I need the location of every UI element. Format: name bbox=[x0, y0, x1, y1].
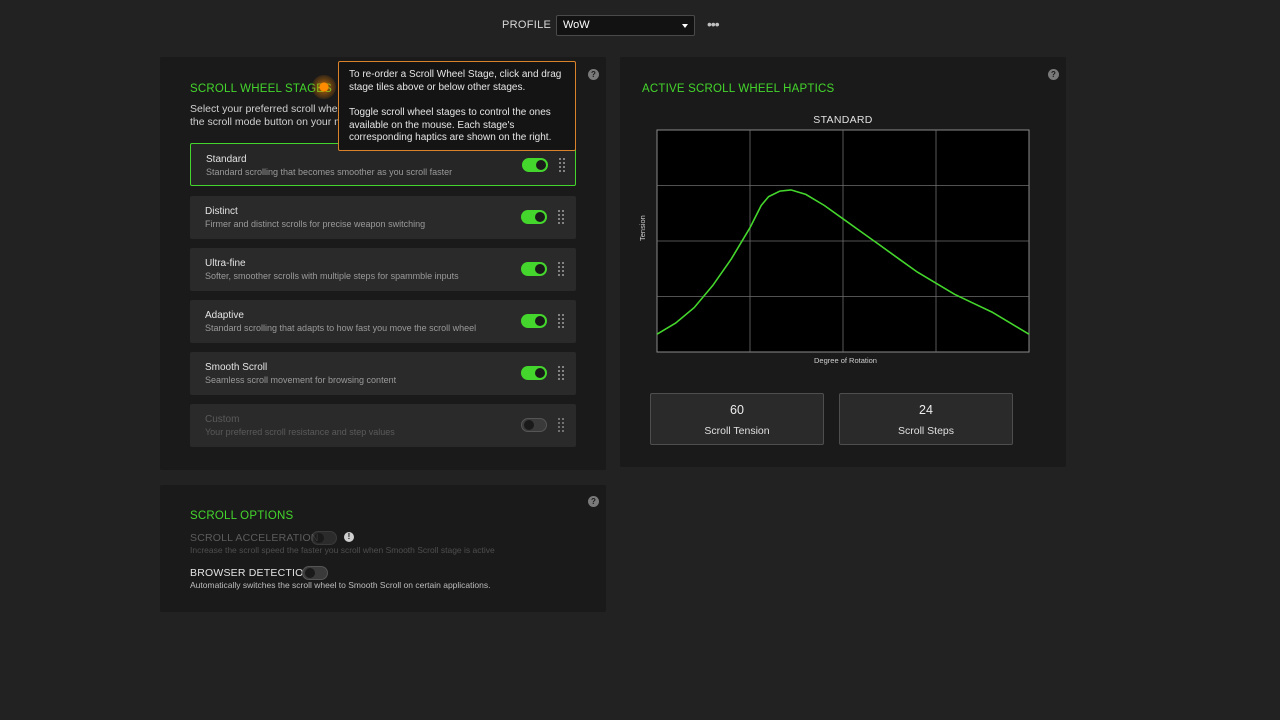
toggle-knob bbox=[314, 533, 324, 543]
scroll-tension-label: Scroll Tension bbox=[704, 425, 770, 437]
options-title: SCROLL OPTIONS bbox=[190, 510, 294, 522]
toggle-knob bbox=[305, 568, 315, 578]
drag-handle-icon[interactable] bbox=[557, 261, 564, 276]
profile-dropdown[interactable]: WoW bbox=[556, 15, 695, 36]
stage-desc: Softer, smoother scrolls with multiple s… bbox=[205, 271, 459, 281]
chevron-down-icon bbox=[682, 24, 688, 28]
stage-desc: Standard scrolling that adapts to how fa… bbox=[205, 323, 477, 333]
drag-handle-icon[interactable] bbox=[558, 157, 565, 172]
scroll-tension-box[interactable]: 60 Scroll Tension bbox=[650, 393, 824, 445]
profile-selected-value: WoW bbox=[563, 19, 590, 31]
stages-description: Select your preferred scroll whee the sc… bbox=[190, 103, 338, 129]
scroll-acceleration-desc: Increase the scroll speed the faster you… bbox=[190, 545, 495, 555]
scroll-acceleration-label: SCROLL ACCELERATION bbox=[190, 532, 319, 544]
stage-tile-custom[interactable]: Custom Your preferred scroll resistance … bbox=[190, 404, 576, 447]
stages-title: SCROLL WHEEL STAGES bbox=[190, 83, 333, 95]
tooltip-hotspot-icon[interactable] bbox=[312, 75, 336, 99]
scroll-acceleration-toggle[interactable] bbox=[311, 531, 337, 545]
drag-handle-icon[interactable] bbox=[557, 313, 564, 328]
ellipsis-icon[interactable]: ••• bbox=[707, 16, 723, 34]
drag-handle-icon[interactable] bbox=[557, 209, 564, 224]
drag-handle-icon[interactable] bbox=[557, 365, 564, 380]
scroll-options-panel: ? SCROLL OPTIONS SCROLL ACCELERATION ! I… bbox=[160, 485, 606, 612]
info-icon[interactable]: ! bbox=[344, 532, 354, 542]
stage-name: Adaptive bbox=[205, 310, 244, 321]
stage-name: Standard bbox=[206, 154, 247, 165]
stage-name: Distinct bbox=[205, 206, 238, 217]
haptics-chart bbox=[656, 129, 1030, 353]
stage-tile-adaptive[interactable]: Adaptive Standard scrolling that adapts … bbox=[190, 300, 576, 343]
help-icon[interactable]: ? bbox=[588, 69, 599, 80]
stage-name: Ultra-fine bbox=[205, 258, 246, 269]
stage-toggle[interactable] bbox=[522, 158, 548, 172]
stage-desc: Standard scrolling that becomes smoother… bbox=[206, 167, 453, 177]
stage-tile-smooth-scroll[interactable]: Smooth Scroll Seamless scroll movement f… bbox=[190, 352, 576, 395]
scroll-steps-label: Scroll Steps bbox=[897, 425, 955, 437]
toggle-knob bbox=[535, 368, 545, 378]
stage-toggle[interactable] bbox=[521, 262, 547, 276]
chart-title: STANDARD bbox=[813, 114, 873, 126]
tooltip-paragraph-1: To re-order a Scroll Wheel Stage, click … bbox=[349, 69, 562, 93]
toggle-knob bbox=[535, 212, 545, 222]
stage-toggle[interactable] bbox=[521, 314, 547, 328]
stage-desc: Seamless scroll movement for browsing co… bbox=[205, 375, 397, 385]
stage-tile-ultra-fine[interactable]: Ultra-fine Softer, smoother scrolls with… bbox=[190, 248, 576, 291]
profile-label: PROFILE bbox=[502, 19, 552, 31]
stage-name: Custom bbox=[205, 414, 240, 425]
toggle-knob bbox=[524, 420, 534, 430]
stage-toggle[interactable] bbox=[521, 366, 547, 380]
stages-description-line1: Select your preferred scroll whee bbox=[190, 103, 338, 115]
toggle-knob bbox=[535, 316, 545, 326]
scroll-steps-value: 24 bbox=[919, 403, 933, 417]
stage-tile-distinct[interactable]: Distinct Firmer and distinct scrolls for… bbox=[190, 196, 576, 239]
drag-handle-icon[interactable] bbox=[557, 417, 564, 432]
stage-toggle[interactable] bbox=[521, 210, 547, 224]
reorder-tooltip: To re-order a Scroll Wheel Stage, click … bbox=[338, 61, 576, 151]
toggle-knob bbox=[535, 264, 545, 274]
chart-y-label: Tension bbox=[638, 215, 647, 241]
browser-detection-label: BROWSER DETECTION bbox=[190, 567, 312, 579]
scroll-steps-box[interactable]: 24 Scroll Steps bbox=[839, 393, 1013, 445]
help-icon[interactable]: ? bbox=[588, 496, 599, 507]
scroll-tension-value: 60 bbox=[730, 403, 744, 417]
stage-desc: Your preferred scroll resistance and ste… bbox=[205, 427, 395, 437]
toggle-knob bbox=[536, 160, 546, 170]
stage-name: Smooth Scroll bbox=[205, 362, 268, 373]
browser-detection-toggle[interactable] bbox=[302, 566, 328, 580]
stages-description-line2: the scroll mode button on your m bbox=[190, 116, 338, 128]
tooltip-paragraph-2: Toggle scroll wheel stages to control th… bbox=[349, 107, 552, 143]
haptics-title: ACTIVE SCROLL WHEEL HAPTICS bbox=[642, 83, 835, 95]
stage-desc: Firmer and distinct scrolls for precise … bbox=[205, 219, 426, 229]
chart-x-label: Degree of Rotation bbox=[814, 356, 877, 365]
help-icon[interactable]: ? bbox=[1048, 69, 1059, 80]
stage-toggle[interactable] bbox=[521, 418, 547, 432]
active-haptics-panel: ? ACTIVE SCROLL WHEEL HAPTICS STANDARD T… bbox=[620, 57, 1066, 467]
browser-detection-desc: Automatically switches the scroll wheel … bbox=[190, 580, 491, 590]
